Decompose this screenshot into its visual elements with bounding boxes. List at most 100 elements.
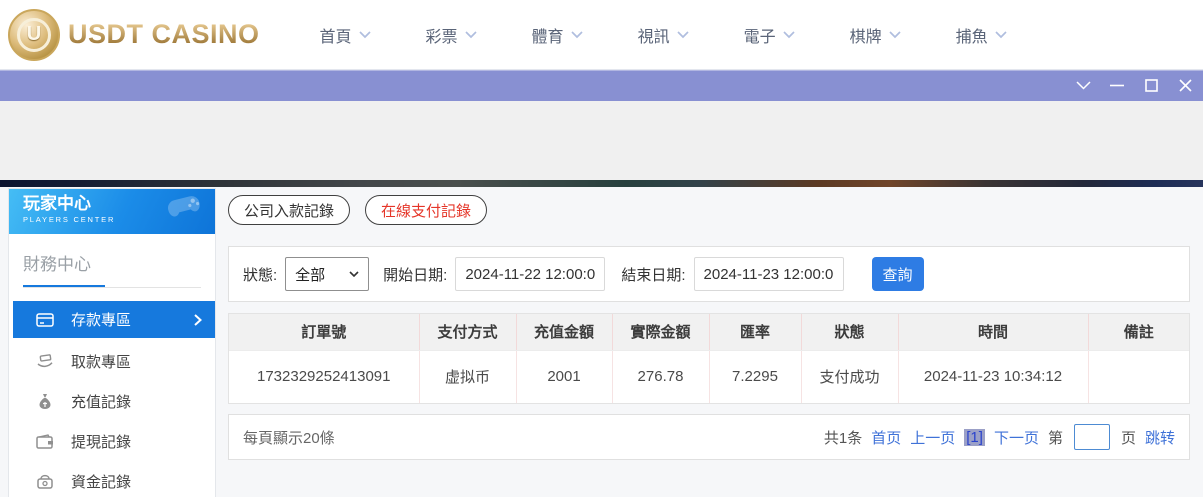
chevron-down-icon	[782, 30, 795, 38]
window-dropdown-button[interactable]	[1075, 78, 1091, 94]
end-date-label: 結束日期:	[621, 266, 686, 284]
start-date-label: 開始日期:	[383, 266, 448, 284]
prev-page-link[interactable]: 上一页	[910, 427, 955, 448]
filter-bar: 狀態: 全部 開始日期: 結束日期: 查詢	[228, 246, 1190, 302]
purse-icon	[35, 473, 55, 489]
nav-item-home[interactable]: 首頁	[320, 23, 371, 47]
sidebar-section: 財務中心	[9, 234, 215, 288]
record-tabs: 公司入款記錄 在線支付記錄	[228, 195, 1190, 225]
window-controls	[1075, 78, 1203, 94]
chevron-down-icon	[676, 30, 689, 38]
sidebar-item-withdraw[interactable]: 取款專區	[9, 341, 215, 381]
end-date-input[interactable]	[693, 257, 844, 291]
records-panel: 公司入款記錄 在線支付記錄 狀態: 全部 開始日期: 結束日期: 查詢	[228, 195, 1190, 460]
sidebar-section-title: 財務中心	[23, 255, 91, 274]
player-center-sidebar: 玩家中心 PLAYERS CENTER 財務中心 存款專區 取款專區 充值記錄 …	[8, 188, 216, 497]
chevron-down-icon	[889, 30, 901, 38]
window-minimize-button[interactable]	[1109, 78, 1125, 94]
jump-suffix-label: 页	[1120, 429, 1136, 447]
current-page-indicator[interactable]: [1]	[964, 428, 985, 446]
col-order-no: 訂單號	[229, 314, 420, 351]
cell-remark	[1088, 350, 1189, 403]
sidebar-item-label: 存款專區	[71, 312, 132, 329]
page-content: 玩家中心 PLAYERS CENTER 財務中心 存款專區 取款專區 充值記錄 …	[0, 187, 1203, 497]
cell-exchange-rate: 7.2295	[709, 350, 802, 403]
col-exchange-rate: 匯率	[709, 314, 802, 351]
minimize-icon	[1110, 84, 1124, 87]
window-close-button[interactable]	[1177, 78, 1193, 94]
cell-time: 2024-11-23 10:34:12	[898, 350, 1089, 403]
start-date-input[interactable]	[455, 257, 606, 291]
nav-label: 體育	[531, 28, 564, 46]
banner-edge-strip	[0, 180, 1203, 187]
col-time: 時間	[898, 314, 1089, 351]
window-title-bar	[0, 70, 1203, 101]
nav-label: 棋牌	[849, 28, 882, 46]
money-bag-icon	[35, 393, 55, 410]
brand-logo-icon: U	[8, 8, 60, 61]
nav-item-cards[interactable]: 棋牌	[850, 23, 901, 47]
total-count-text: 共1条	[823, 429, 863, 447]
chevron-down-icon	[570, 30, 583, 38]
search-button[interactable]: 查詢	[871, 257, 924, 291]
chevron-down-icon	[1075, 81, 1091, 90]
select-chevron-icon	[349, 271, 359, 277]
status-selected-value: 全部	[295, 266, 326, 284]
hand-money-icon	[35, 353, 55, 369]
status-select[interactable]: 全部	[285, 257, 370, 291]
jump-button[interactable]: 跳转	[1145, 427, 1175, 448]
table-header-row: 訂單號 支付方式 充值金額 實際金額 匯率 狀態 時間 備註	[229, 314, 1189, 351]
status-label: 狀態:	[243, 266, 278, 284]
sidebar-item-label: 充值記錄	[71, 393, 132, 411]
brand-logo[interactable]: U USDT CASINO	[8, 8, 260, 61]
sidebar-item-label: 資金記錄	[71, 473, 132, 491]
sidebar-item-recharge-records[interactable]: 充值記錄	[9, 381, 215, 421]
cell-actual-amount: 276.78	[612, 350, 710, 403]
brand-name: USDT CASINO	[68, 19, 260, 49]
table-row: 1732329252413091 虚拟币 2001 276.78 7.2295 …	[229, 350, 1189, 403]
jump-prefix-label: 第	[1047, 429, 1063, 447]
maximize-icon	[1144, 79, 1158, 92]
cell-recharge-amount: 2001	[516, 350, 613, 403]
gamepad-icon	[167, 196, 200, 217]
sidebar-item-withdraw-records[interactable]: 提現記錄	[9, 421, 215, 461]
nav-item-sports[interactable]: 體育	[532, 23, 583, 47]
nav-item-fishing[interactable]: 捕魚	[956, 23, 1007, 47]
app-window: U USDT CASINO 首頁 彩票 體育 視訊 電子 棋牌 捕魚 玩家中心 …	[0, 0, 1203, 497]
sidebar-item-fund-records[interactable]: 資金記錄	[9, 461, 215, 497]
nav-item-lottery[interactable]: 彩票	[426, 23, 477, 47]
sidebar-menu: 存款專區 取款專區 充值記錄 提現記錄 資金記錄	[9, 288, 215, 497]
cell-order-no: 1732329252413091	[229, 350, 420, 403]
next-page-link[interactable]: 下一页	[994, 427, 1039, 448]
sidebar-item-label: 取款專區	[71, 353, 132, 371]
bank-card-icon	[35, 312, 55, 328]
page-jump-input[interactable]	[1073, 424, 1110, 450]
cell-payment-method: 虚拟币	[419, 350, 517, 403]
logo-letter: U	[17, 17, 51, 52]
nav-label: 電子	[743, 28, 776, 46]
sidebar-item-label: 提現記錄	[71, 433, 132, 451]
first-page-link[interactable]: 首页	[871, 427, 901, 448]
nav-item-slots[interactable]: 電子	[744, 23, 795, 47]
nav-item-video[interactable]: 視訊	[638, 23, 689, 47]
records-table-box: 訂單號 支付方式 充值金額 實際金額 匯率 狀態 時間 備註 173232925	[228, 313, 1190, 404]
col-actual-amount: 實際金額	[612, 314, 710, 351]
tab-company-deposit-records[interactable]: 公司入款記錄	[228, 195, 351, 225]
main-nav: 首頁 彩票 體育 視訊 電子 棋牌 捕魚	[320, 23, 1007, 47]
pagination-bar: 每頁顯示20條 共1条 首页 上一页 [1] 下一页 第 页 跳转	[228, 414, 1190, 460]
site-header: U USDT CASINO 首頁 彩票 體育 視訊 電子 棋牌 捕魚	[0, 0, 1203, 70]
page-size-text: 每頁顯示20條	[243, 429, 335, 447]
nav-label: 視訊	[637, 28, 670, 46]
col-payment-method: 支付方式	[419, 314, 517, 351]
nav-label: 捕魚	[955, 28, 988, 46]
records-table: 訂單號 支付方式 充值金額 實際金額 匯率 狀態 時間 備註 173232925	[229, 314, 1189, 403]
window-maximize-button[interactable]	[1143, 78, 1159, 94]
chevron-down-icon	[464, 30, 477, 38]
nav-label: 首頁	[319, 28, 352, 46]
tab-online-payment-records[interactable]: 在線支付記錄	[365, 195, 488, 225]
cell-status: 支付成功	[801, 350, 899, 403]
chevron-down-icon	[358, 30, 371, 38]
sidebar-item-deposit[interactable]: 存款專區	[13, 301, 215, 338]
chevron-down-icon	[995, 30, 1007, 38]
col-remark: 備註	[1088, 314, 1189, 351]
